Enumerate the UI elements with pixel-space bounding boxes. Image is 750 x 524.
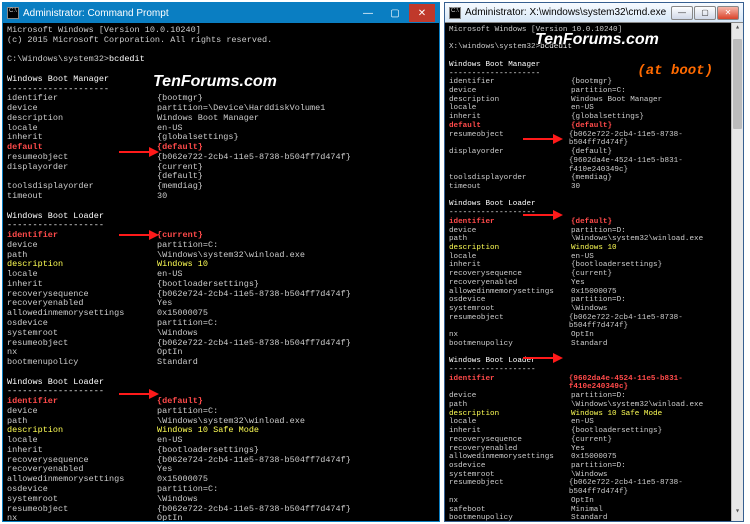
identifier-value: {default} xyxy=(571,218,612,227)
maximize-button[interactable]: ▢ xyxy=(694,6,716,20)
description-value: Windows 10 xyxy=(571,244,617,253)
terminal-left[interactable]: TenForums.com Microsoft Windows [Version… xyxy=(3,23,439,521)
scrollbar[interactable]: ▴ ▾ xyxy=(731,23,743,521)
default-key: default xyxy=(449,122,571,131)
window-title: Administrator: Command Prompt xyxy=(23,8,354,19)
cmd-icon xyxy=(449,7,461,19)
maximize-button[interactable]: ▢ xyxy=(382,4,408,22)
copyright-line: (c) 2015 Microsoft Corporation. All righ… xyxy=(7,36,435,46)
version-line: Microsoft Windows [Version 10.0.10240] xyxy=(449,26,739,35)
titlebar[interactable]: Administrator: X:\windows\system32\cmd.e… xyxy=(445,3,743,23)
cmd-window-right: Administrator: X:\windows\system32\cmd.e… xyxy=(444,2,744,522)
titlebar[interactable]: Administrator: Command Prompt — ▢ ✕ xyxy=(3,3,439,23)
prompt: C:\Windows\system32> xyxy=(7,54,109,64)
identifier-key: identifier xyxy=(449,375,569,392)
identifier-value: {9602da4e-4524-11e5-b831-f410e240349c} xyxy=(569,375,739,392)
minimize-button[interactable]: — xyxy=(355,4,381,22)
cmd-icon xyxy=(7,7,19,19)
terminal-right[interactable]: ▴ ▾ TenForums.com (at boot) Microsoft Wi… xyxy=(445,23,743,521)
window-title: Administrator: X:\windows\system32\cmd.e… xyxy=(465,7,670,18)
at-boot-label: (at boot) xyxy=(637,63,713,79)
description-value: Windows 10 Safe Mode xyxy=(571,410,662,419)
cmd-window-left: Administrator: Command Prompt — ▢ ✕ TenF… xyxy=(2,2,440,522)
section-heading: Windows Boot Loader xyxy=(449,200,739,209)
minimize-button[interactable]: — xyxy=(671,6,693,20)
section-heading: Windows Boot Loader xyxy=(449,357,739,366)
command: bcdedit xyxy=(109,54,145,64)
scroll-thumb[interactable] xyxy=(733,39,742,129)
description-key: description xyxy=(449,244,571,253)
close-button[interactable]: ✕ xyxy=(717,6,739,20)
description-key: description xyxy=(449,410,571,419)
close-button[interactable]: ✕ xyxy=(409,4,435,22)
scroll-up-icon[interactable]: ▴ xyxy=(732,23,743,37)
prompt: X:\windows\system32> xyxy=(449,43,540,51)
default-value: {default} xyxy=(571,122,612,131)
identifier-key: identifier xyxy=(449,218,571,227)
command: bcdedit xyxy=(540,43,572,51)
scroll-down-icon[interactable]: ▾ xyxy=(732,507,743,521)
rule: -------------------- xyxy=(7,85,435,95)
